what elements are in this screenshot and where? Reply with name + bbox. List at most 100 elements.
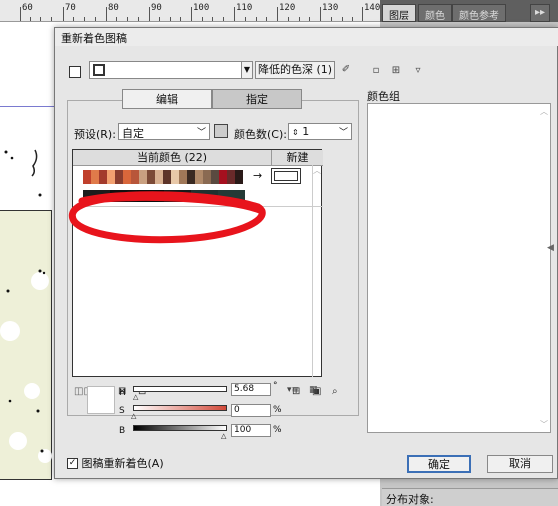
distribute-objects-label: 分布对象: (382, 488, 558, 506)
hue-label: H (119, 388, 126, 398)
cancel-button[interactable]: 取消 (487, 455, 553, 473)
table-scrollbar[interactable]: ︿ (312, 165, 322, 377)
trash-icon[interactable]: ▿ (411, 64, 425, 78)
color-swatch[interactable] (91, 170, 99, 184)
color-swatch[interactable] (227, 170, 235, 184)
slider-handle-icon[interactable]: △ (221, 432, 226, 440)
chevron-down-icon: ﹀ (196, 128, 206, 138)
color-swatch[interactable] (155, 170, 163, 184)
preset-color-toggle[interactable] (69, 66, 81, 78)
ruler-label: 100 (193, 3, 210, 13)
current-colors-table: 当前颜色 (22) 新建 → (72, 149, 323, 377)
artwork-branches (4, 117, 42, 197)
color-groups-list[interactable]: ︿ ﹀ (367, 103, 551, 433)
artboard-artwork[interactable] (0, 210, 52, 480)
color-swatch[interactable] (219, 170, 227, 184)
saturation-slider[interactable] (133, 405, 227, 411)
ruler-label: 110 (236, 3, 253, 13)
color-swatch[interactable] (131, 170, 139, 184)
color-swatch[interactable] (107, 170, 115, 184)
brightness-label: B (119, 426, 126, 436)
color-swatch[interactable] (203, 170, 211, 184)
color-options-icon[interactable] (214, 124, 228, 138)
hue-value-field[interactable]: 5.68 (231, 383, 271, 396)
ruler-label: 80 (108, 3, 119, 13)
preset-select[interactable]: 自定 ﹀ (118, 123, 210, 140)
color-swatch-icon (93, 64, 105, 76)
color-swatch[interactable] (115, 170, 123, 184)
current-colors-header[interactable]: 当前颜色 (22) (73, 150, 271, 166)
magnifier-icon[interactable]: ⌕ (332, 386, 338, 397)
recolor-artwork-checkbox[interactable]: ✓ 图稿重新着色(A) (67, 455, 177, 471)
menu-icon[interactable]: ▾≡ (287, 385, 299, 395)
colors-count-label: 颜色数(C): (234, 128, 287, 141)
recolor-artwork-dialog: 重新着色图稿 ▼ 降低的色深 (1) ✐ ▫ ⊞ ▿ 颜色组 ︿ ﹀ ◀ 编辑 … (54, 27, 558, 479)
color-swatch[interactable] (139, 170, 147, 184)
stepper-icon: ⇕ (292, 128, 299, 137)
checkmark-icon: ✓ (67, 457, 78, 469)
color-swatch[interactable] (171, 170, 179, 184)
tab-color-guide[interactable]: 颜色参考 (452, 4, 506, 22)
color-swatch[interactable] (123, 170, 131, 184)
hue-slider[interactable] (133, 386, 227, 392)
horizontal-ruler: 60 70 80 90 100 110 120 130 140 (0, 0, 380, 22)
ruler-label: 140 (364, 3, 380, 13)
ruler-label: 90 (151, 3, 162, 13)
saturation-value-field[interactable]: 0 (231, 404, 271, 417)
color-swatch[interactable] (147, 170, 155, 184)
slider-handle-icon[interactable]: △ (131, 412, 136, 420)
chevron-down-icon[interactable]: ▼ (241, 61, 253, 79)
color-reduction-button[interactable]: 降低的色深 (1) (255, 61, 335, 79)
guide-line (0, 106, 52, 107)
spectrum-icon[interactable]: ▦ (309, 385, 318, 395)
ruler-label: 120 (279, 3, 296, 13)
color-group-name-field[interactable] (89, 61, 249, 79)
colors-count-value: 1 (302, 125, 310, 138)
color-swatch[interactable] (187, 170, 195, 184)
scroll-up-icon[interactable]: ︿ (313, 165, 322, 176)
ruler-label: 70 (65, 3, 76, 13)
brightness-unit: % (273, 425, 282, 435)
brightness-value-field[interactable]: 100 (231, 424, 271, 437)
hue-unit: ° (273, 381, 278, 391)
color-swatch[interactable] (99, 170, 107, 184)
tab-color[interactable]: 颜色 (418, 4, 452, 22)
panel-tab-bar: 图层 颜色 颜色参考 ▸▸ (380, 0, 558, 22)
ruler-label: 60 (22, 3, 33, 13)
current-color-swatch-row[interactable] (83, 170, 243, 184)
color-preview-swatch (87, 386, 115, 414)
annotation-red-scribble (69, 191, 266, 244)
chevron-down-icon: ﹀ (338, 128, 348, 138)
ok-button[interactable]: 确定 (407, 455, 471, 473)
arrow-icon: → (253, 169, 263, 182)
color-swatch[interactable] (163, 170, 171, 184)
new-color-swatch[interactable] (271, 168, 301, 184)
eyedropper-icon[interactable]: ✐ (339, 63, 353, 77)
tab-assign[interactable]: 指定 (212, 89, 302, 109)
recolor-artwork-label: 图稿重新着色(A) (81, 457, 164, 470)
colors-count-select[interactable]: ⇕ 1 ﹀ (288, 123, 352, 140)
save-icon[interactable]: ▫ (369, 64, 383, 78)
edit-assign-panel: 编辑 指定 预设(R): 自定 ﹀ 颜色数(C): ⇕ 1 ﹀ 当前颜色 (22… (67, 89, 359, 416)
color-swatch[interactable] (235, 170, 243, 184)
panel-menu-icon[interactable]: ▸▸ (530, 4, 551, 22)
tab-layers[interactable]: 图层 (382, 4, 416, 22)
artwork-illustration (0, 269, 52, 463)
saturation-label: S (119, 406, 125, 416)
saturation-unit: % (273, 405, 282, 415)
preset-label: 预设(R): (74, 128, 116, 141)
brightness-slider[interactable] (133, 425, 227, 431)
color-swatch[interactable] (179, 170, 187, 184)
collapse-panel-icon[interactable]: ◀ (547, 243, 558, 263)
color-swatch[interactable] (211, 170, 219, 184)
ruler-label: 130 (322, 3, 339, 13)
preset-value: 自定 (122, 127, 144, 140)
scroll-down-icon[interactable]: ﹀ (540, 419, 548, 430)
new-colors-header[interactable]: 新建 (271, 150, 323, 166)
color-swatch[interactable] (195, 170, 203, 184)
scroll-up-icon[interactable]: ︿ (540, 106, 548, 117)
tab-edit[interactable]: 编辑 (122, 89, 212, 109)
new-group-icon[interactable]: ⊞ (389, 64, 403, 78)
slider-handle-icon[interactable]: △ (133, 393, 138, 401)
color-swatch[interactable] (83, 170, 91, 184)
